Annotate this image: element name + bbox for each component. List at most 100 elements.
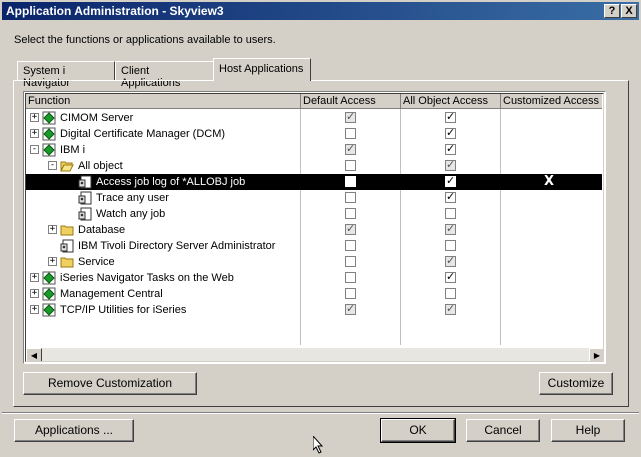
expand-icon[interactable]: + — [30, 305, 39, 314]
all-object-access-checkbox[interactable] — [445, 240, 456, 251]
all-object-access-checkbox[interactable] — [445, 190, 456, 203]
table-row[interactable]: Trace any user — [26, 190, 602, 206]
table-row[interactable]: Watch any job — [26, 206, 602, 222]
cancel-button[interactable]: Cancel — [466, 419, 540, 442]
app-icon — [42, 127, 56, 141]
function-name: Access job log of *ALLOBJ job — [96, 176, 246, 188]
tab-host-applications[interactable]: Host Applications — [213, 58, 311, 81]
default-access-checkbox[interactable] — [345, 110, 356, 123]
scroll-right-icon[interactable]: ▶ — [589, 348, 603, 361]
column-header-function[interactable]: Function — [26, 94, 301, 109]
app-icon — [42, 111, 56, 125]
default-access-checkbox[interactable] — [345, 256, 356, 267]
all-object-access-checkbox[interactable] — [445, 174, 456, 187]
table-row[interactable]: IBM Tivoli Directory Server Administrato… — [26, 238, 602, 254]
app-icon — [42, 303, 56, 317]
default-access-checkbox[interactable] — [345, 240, 356, 251]
function-name: Management Central — [60, 288, 163, 300]
expand-icon[interactable]: + — [30, 273, 39, 282]
function-icon — [78, 207, 92, 221]
function-icon — [78, 175, 92, 189]
function-icon — [60, 239, 74, 253]
column-header-all-object-access[interactable]: All Object Access — [401, 94, 501, 109]
default-access-checkbox[interactable] — [345, 288, 356, 299]
expand-icon[interactable]: + — [30, 129, 39, 138]
function-name: TCP/IP Utilities for iSeries — [60, 304, 187, 316]
applications-button[interactable]: Applications ... — [14, 419, 134, 442]
folder-icon — [60, 223, 74, 237]
default-access-checkbox[interactable] — [345, 160, 356, 171]
divider — [2, 412, 639, 414]
function-name: Database — [78, 224, 126, 236]
remove-customization-button[interactable]: Remove Customization — [23, 372, 197, 395]
close-title-button[interactable]: X — [621, 4, 637, 18]
table-row[interactable]: + Digital Certificate Manager (DCM) — [26, 126, 602, 142]
all-object-access-checkbox[interactable] — [445, 288, 456, 299]
expand-icon[interactable]: + — [48, 225, 57, 234]
collapse-icon[interactable]: - — [48, 161, 57, 170]
table-row[interactable]: - IBM i — [26, 142, 602, 158]
all-object-access-checkbox[interactable] — [445, 142, 456, 155]
all-object-access-checkbox[interactable] — [445, 158, 456, 171]
function-name: CIMOM Server — [60, 112, 134, 124]
application-administration-dialog: Application Administration - Skyview3 ? … — [0, 0, 641, 457]
table-row[interactable]: + iSeries Navigator Tasks on the Web — [26, 270, 602, 286]
instruction-text: Select the functions or applications ava… — [14, 34, 276, 46]
expand-icon[interactable]: + — [30, 113, 39, 122]
default-access-checkbox[interactable] — [345, 222, 356, 235]
default-access-checkbox[interactable] — [345, 142, 356, 155]
default-access-checkbox[interactable] — [345, 302, 356, 315]
default-access-checkbox[interactable] — [345, 192, 356, 203]
column-header-default-access[interactable]: Default Access — [301, 94, 401, 109]
all-object-access-checkbox[interactable] — [445, 208, 456, 219]
tab-system-i-navigator[interactable]: System i Navigator — [17, 61, 115, 89]
function-name: IBM i — [60, 144, 86, 156]
table-row[interactable]: + Database — [26, 222, 602, 238]
all-object-access-checkbox[interactable] — [445, 110, 456, 123]
all-object-access-checkbox[interactable] — [445, 254, 456, 267]
mouse-cursor-icon — [313, 436, 324, 454]
table-row[interactable]: + TCP/IP Utilities for iSeries — [26, 302, 602, 318]
help-button[interactable]: Help — [551, 419, 625, 442]
title-bar[interactable]: Application Administration - Skyview3 ? … — [2, 2, 639, 20]
table-row[interactable]: Access job log of *ALLOBJ job X — [26, 174, 602, 190]
expand-icon[interactable]: + — [48, 257, 57, 266]
all-object-access-checkbox[interactable] — [445, 222, 456, 235]
all-object-access-checkbox[interactable] — [445, 270, 456, 283]
default-access-checkbox[interactable] — [345, 176, 356, 187]
table-row[interactable]: - All object — [26, 158, 602, 174]
app-icon — [42, 287, 56, 301]
default-access-checkbox[interactable] — [345, 128, 356, 139]
customized-access-mark[interactable]: X — [544, 174, 554, 189]
help-title-button[interactable]: ? — [604, 4, 620, 18]
folder-icon — [60, 255, 74, 269]
horizontal-scrollbar[interactable]: ◀ ▶ — [26, 348, 603, 361]
app-icon — [42, 143, 56, 157]
all-object-access-checkbox[interactable] — [445, 302, 456, 315]
tab-client-applications[interactable]: Client Applications — [115, 61, 214, 89]
function-name: Service — [78, 256, 115, 268]
collapse-icon[interactable]: - — [30, 145, 39, 154]
window-title: Application Administration - Skyview3 — [6, 4, 224, 18]
function-name: Trace any user — [96, 192, 169, 204]
table-row[interactable]: + CIMOM Server — [26, 110, 602, 126]
function-name: IBM Tivoli Directory Server Administrato… — [78, 240, 276, 252]
column-header-customized-access[interactable]: Customized Access — [501, 94, 602, 109]
expand-icon[interactable]: + — [30, 289, 39, 298]
function-name: All object — [78, 160, 123, 172]
all-object-access-checkbox[interactable] — [445, 126, 456, 139]
scroll-left-icon[interactable]: ◀ — [26, 348, 42, 361]
function-icon — [78, 191, 92, 205]
app-icon — [42, 271, 56, 285]
function-name: Watch any job — [96, 208, 166, 220]
customize-button[interactable]: Customize — [539, 372, 613, 395]
ok-button[interactable]: OK — [380, 418, 456, 443]
default-access-checkbox[interactable] — [345, 272, 356, 283]
folder-open-icon — [60, 159, 74, 173]
function-table: Function Default Access All Object Acces… — [23, 91, 606, 364]
default-access-checkbox[interactable] — [345, 208, 356, 219]
function-name: iSeries Navigator Tasks on the Web — [60, 272, 234, 284]
function-name: Digital Certificate Manager (DCM) — [60, 128, 226, 140]
table-row[interactable]: + Management Central — [26, 286, 602, 302]
table-row[interactable]: + Service — [26, 254, 602, 270]
